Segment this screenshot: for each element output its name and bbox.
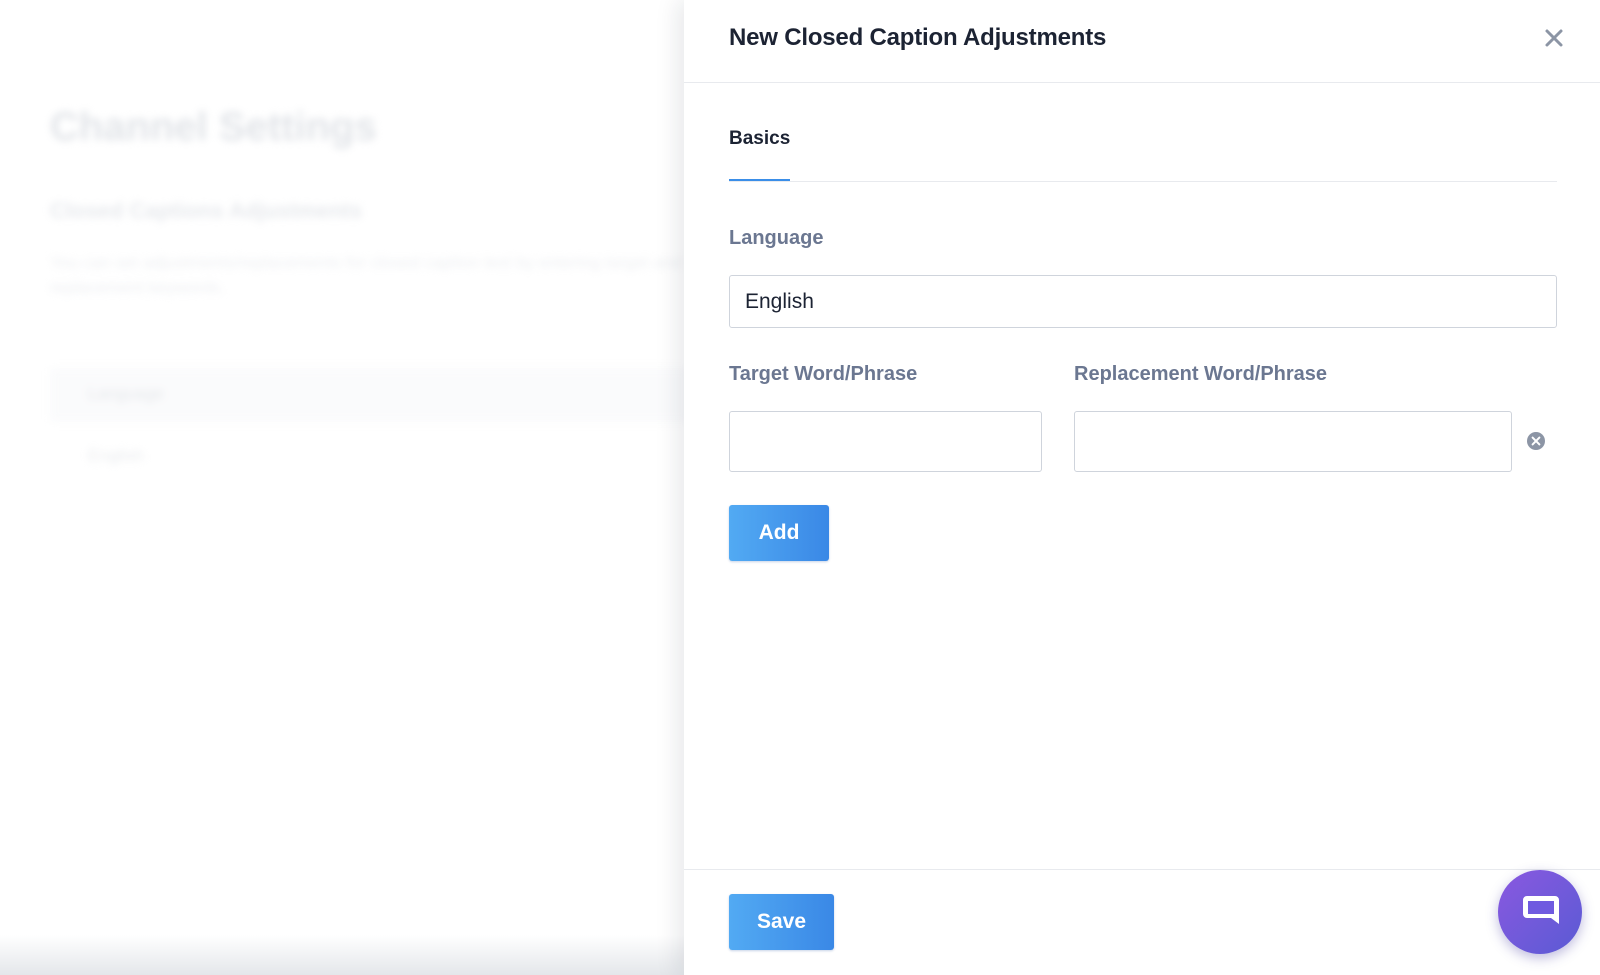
drawer-tabs: Basics [729, 118, 1557, 182]
chat-bubble-icon [1523, 896, 1559, 924]
target-phrase-label: Target Word/Phrase [729, 363, 918, 385]
background-table-header: Language [50, 368, 690, 422]
save-button[interactable]: Save [729, 894, 834, 950]
target-phrase-input[interactable] [729, 411, 1042, 472]
add-pair-button[interactable]: Add [729, 505, 829, 561]
background-table: Language English [50, 368, 690, 486]
language-input[interactable] [729, 275, 1557, 328]
drawer-title: New Closed Caption Adjustments [729, 24, 1107, 51]
drawer-footer: Save [684, 869, 1600, 975]
replacement-phrase-label: Replacement Word/Phrase [1074, 363, 1328, 385]
tab-basics[interactable]: Basics [729, 128, 791, 181]
background-bottom-shade [0, 935, 690, 975]
background-description: You can set adjustments/replacements for… [50, 253, 682, 297]
close-icon[interactable] [1542, 26, 1566, 50]
replacement-phrase-input[interactable] [1074, 411, 1512, 472]
background-table-row: English [88, 446, 144, 465]
drawer-header: New Closed Caption Adjustments [684, 0, 1600, 83]
app-root: Channel Settings Closed Captions Adjustm… [0, 0, 1600, 975]
remove-circle-icon[interactable] [1526, 431, 1546, 451]
chat-launcher-button[interactable] [1498, 870, 1582, 954]
caption-adjustments-drawer: New Closed Caption Adjustments Basics La… [684, 0, 1600, 975]
language-label: Language [729, 227, 824, 249]
